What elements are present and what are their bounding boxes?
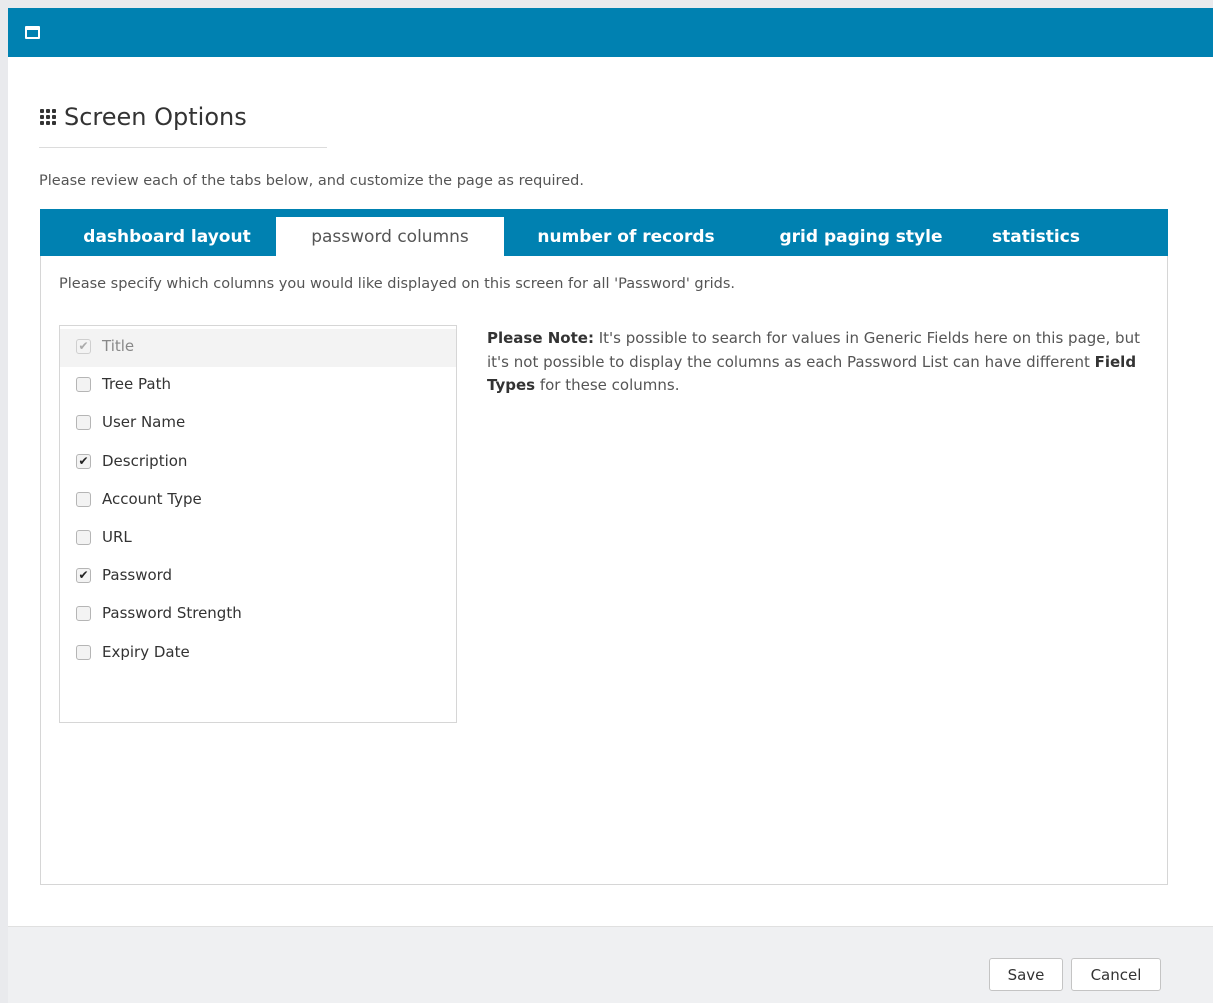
- checkbox-expiry-date[interactable]: [76, 645, 91, 660]
- tab-statistics[interactable]: statistics: [984, 217, 1088, 256]
- checkbox-url[interactable]: [76, 530, 91, 545]
- checkbox-password[interactable]: ✔: [76, 568, 91, 583]
- column-option-account-type[interactable]: Account Type: [60, 482, 456, 520]
- dialog-titlebar: [8, 8, 1213, 57]
- column-option-tree-path[interactable]: Tree Path: [60, 367, 456, 405]
- tab-bar: dashboard layout password columns number…: [40, 209, 1168, 256]
- column-label[interactable]: Password Strength: [102, 604, 242, 622]
- note-text-end: for these columns.: [535, 376, 680, 394]
- screen-options-dialog: Screen Options Please review each of the…: [8, 8, 1213, 1003]
- tab-panel-password-columns: Please specify which columns you would l…: [40, 256, 1168, 885]
- checkbox-account-type[interactable]: [76, 492, 91, 507]
- page-title: Screen Options: [64, 103, 247, 131]
- column-label[interactable]: Description: [102, 452, 187, 470]
- intro-text: Please review each of the tabs below, an…: [39, 173, 584, 189]
- dialog-heading: Screen Options: [39, 101, 327, 148]
- tab-number-of-records[interactable]: number of records: [520, 217, 732, 256]
- checkbox-title: ✔: [76, 339, 91, 354]
- dialog-footer: Save Cancel: [8, 926, 1213, 1003]
- column-label[interactable]: Password: [102, 566, 172, 584]
- tab-dashboard-layout[interactable]: dashboard layout: [62, 217, 272, 256]
- column-option-title: ✔ Title: [60, 329, 456, 367]
- column-option-password-strength[interactable]: Password Strength: [60, 596, 456, 634]
- column-label[interactable]: URL: [102, 528, 132, 546]
- checkbox-password-strength[interactable]: [76, 606, 91, 621]
- column-label[interactable]: Expiry Date: [102, 643, 190, 661]
- column-list: ✔ Title Tree Path User Name ✔ Descriptio…: [59, 325, 457, 723]
- note-prefix: Please Note:: [487, 329, 594, 347]
- cancel-button[interactable]: Cancel: [1071, 958, 1161, 991]
- column-label[interactable]: Account Type: [102, 490, 202, 508]
- column-option-expiry-date[interactable]: Expiry Date: [60, 635, 456, 673]
- save-button[interactable]: Save: [989, 958, 1063, 991]
- panel-description: Please specify which columns you would l…: [59, 276, 735, 292]
- tab-grid-paging-style[interactable]: grid paging style: [754, 217, 968, 256]
- column-option-url[interactable]: URL: [60, 520, 456, 558]
- column-label[interactable]: User Name: [102, 413, 185, 431]
- tab-password-columns[interactable]: password columns: [276, 217, 504, 256]
- column-option-user-name[interactable]: User Name: [60, 405, 456, 443]
- window-icon: [25, 26, 40, 39]
- column-option-description[interactable]: ✔ Description: [60, 444, 456, 482]
- column-label: Title: [102, 337, 135, 355]
- checkbox-tree-path[interactable]: [76, 377, 91, 392]
- grid-dots-icon: [40, 109, 60, 125]
- column-label[interactable]: Tree Path: [102, 375, 171, 393]
- column-option-password[interactable]: ✔ Password: [60, 558, 456, 596]
- checkbox-user-name[interactable]: [76, 415, 91, 430]
- please-note: Please Note: It's possible to search for…: [487, 327, 1151, 398]
- checkbox-description[interactable]: ✔: [76, 454, 91, 469]
